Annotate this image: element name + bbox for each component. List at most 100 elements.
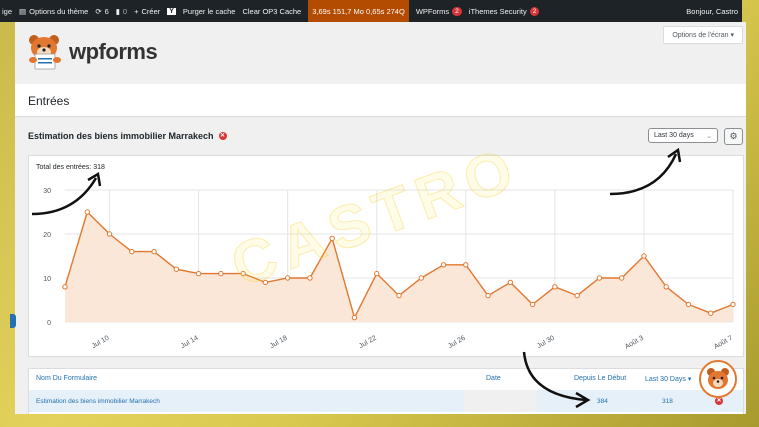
x-tick-label: Jul 30 [536, 335, 556, 350]
forms-table: Nom Du Formulaire Date Depuis Le Début L… [28, 368, 744, 414]
col-last30-label: Last 30 Days [645, 376, 686, 383]
updates-link[interactable]: ⟳ 6 [95, 7, 108, 16]
settings-button[interactable]: ⚙ [724, 128, 743, 145]
wpforms-label: WPForms [415, 6, 450, 16]
col-date[interactable]: Date [486, 375, 501, 382]
theme-options-label: Options du thème [29, 6, 89, 16]
data-point [552, 284, 558, 290]
x-tick-label: Août 3 [624, 335, 645, 351]
form-title: Estimation des biens immobilier Marrakec… [28, 131, 227, 141]
col-since-start[interactable]: Depuis Le Début [574, 375, 626, 382]
screen-options-label: Options de l'écran [672, 32, 729, 39]
security-menu[interactable]: iThemes Security 2 [469, 6, 540, 16]
brand-header: wpforms Options de l'écran ▾ [15, 22, 746, 84]
row-form-name[interactable]: Estimation des biens immobilier Marrakec… [36, 398, 160, 405]
data-point [485, 292, 491, 299]
x-tick-label: Jul 26 [447, 335, 467, 350]
period-value: Last 30 days [654, 132, 694, 139]
data-point [151, 248, 157, 255]
data-point [351, 314, 358, 321]
refresh-icon: ⟳ [95, 6, 102, 16]
data-point [218, 270, 224, 277]
x-tick-label: Jul 18 [269, 335, 289, 350]
data-point [240, 270, 246, 277]
y-tick-label: 10 [43, 276, 51, 283]
col-form-name[interactable]: Nom Du Formulaire [36, 375, 97, 382]
gear-icon: ⚙ [729, 131, 738, 141]
data-point [596, 275, 603, 281]
data-point [529, 301, 536, 308]
screen-options-button[interactable]: Options de l'écran ▾ [663, 26, 743, 44]
delete-icon[interactable]: ✕ [715, 397, 723, 405]
data-point [507, 279, 514, 286]
data-point [685, 301, 692, 308]
collapse-tab-icon[interactable] [10, 314, 16, 328]
data-point [284, 275, 291, 281]
entries-chart: Total des entrées: 318 0 10 20 30 Jul 10 Jul … [28, 155, 744, 357]
plus-icon: + [134, 6, 139, 16]
data-point [262, 279, 269, 286]
data-point [574, 292, 580, 299]
clear-cache-link[interactable]: Clear OP3 Cache [242, 7, 301, 16]
caret-down-icon: ▾ [687, 376, 692, 383]
page-title: Entrées [28, 94, 70, 108]
menu-icon: ▤ [19, 6, 27, 16]
performance-stats[interactable]: 3,69s 151,7 Mo 0,65s 274Q [308, 0, 409, 22]
row-last30: 318 [662, 398, 673, 405]
updates-count: 6 [104, 6, 109, 16]
site-link[interactable]: ige [2, 7, 12, 16]
data-point [195, 270, 202, 277]
data-point [129, 248, 135, 255]
close-icon[interactable]: ✕ [218, 132, 227, 140]
col-last30[interactable]: Last 30 Days ▾ [645, 375, 691, 383]
data-point [173, 266, 180, 272]
purge-cache-link[interactable]: Purger le cache [183, 7, 236, 16]
bear-mascot-icon [707, 368, 729, 389]
data-point [708, 310, 714, 316]
wpforms-badge: 2 [452, 6, 462, 16]
theme-options-link[interactable]: ▤ Options du thème [19, 7, 88, 16]
data-point [307, 275, 313, 281]
data-point [663, 284, 669, 290]
caret-down-icon: ▾ [730, 32, 734, 39]
main-content: wpforms Options de l'écran ▾ Entrées Est… [15, 22, 746, 414]
chevron-down-icon: ⌄ [706, 132, 712, 140]
data-point [396, 292, 402, 299]
data-point [730, 301, 736, 308]
data-point [62, 284, 68, 290]
y-tick-label: 0 [47, 320, 51, 327]
y-tick-label: 20 [43, 232, 51, 239]
wpforms-menu[interactable]: WPForms 2 [415, 6, 462, 16]
y-tick-label: 30 [43, 188, 51, 195]
x-tick-label: Jul 22 [358, 335, 378, 350]
comments-count: 0 [122, 6, 128, 16]
logo-text: wpforms [69, 39, 158, 64]
security-badge: 2 [529, 6, 540, 16]
data-point [440, 262, 447, 268]
data-point [329, 235, 335, 242]
data-point [374, 270, 380, 277]
wpforms-logo: wpforms [25, 34, 158, 70]
yoast-icon[interactable]: Y [167, 7, 176, 15]
data-point [106, 231, 113, 237]
form-name: Estimation des biens immobilier Marrakec… [28, 131, 214, 141]
x-tick-label: Jul 14 [180, 335, 200, 350]
data-point [84, 209, 90, 215]
page-header: Entrées [15, 84, 746, 117]
period-select[interactable]: Last 30 days ⌄ [648, 128, 718, 143]
help-mascot-button[interactable] [699, 360, 737, 398]
data-point [618, 275, 625, 281]
x-tick-label: Août 7 [713, 335, 734, 351]
chart-svg: 0 10 20 30 Jul 10 Jul 14 Jul 18 Jul 22 Jul 26 Jul… [43, 188, 736, 351]
user-greeting[interactable]: Bonjour, Castro [686, 7, 742, 16]
comments-link[interactable]: ▮ 0 [116, 7, 127, 16]
date-cell [464, 390, 536, 412]
row-since-start: 384 [597, 398, 608, 405]
admin-bar: ige ▤ Options du thème ⟳ 6 ▮ 0 + Créer Y… [0, 0, 742, 22]
bear-mascot-icon [29, 35, 61, 70]
x-tick-label: Jul 10 [91, 335, 111, 350]
comment-icon: ▮ [115, 6, 120, 16]
data-point [463, 262, 469, 268]
new-content-link[interactable]: + Créer [134, 7, 160, 16]
data-point [418, 275, 424, 281]
